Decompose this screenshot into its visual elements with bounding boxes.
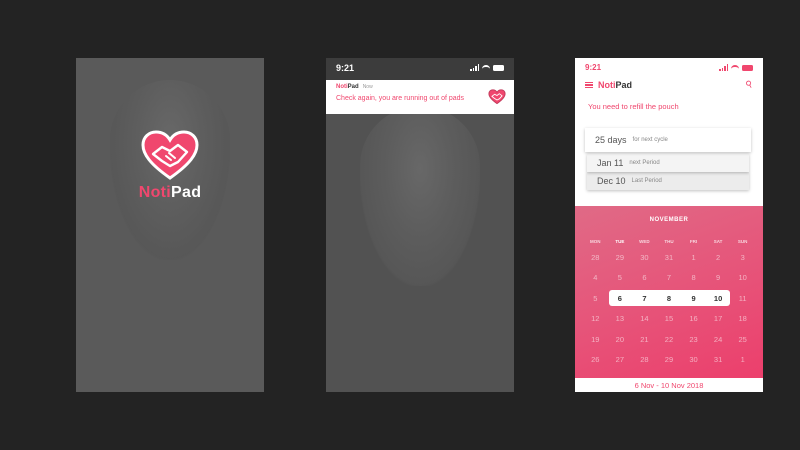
status-bar: 9:21 bbox=[326, 58, 514, 80]
calendar-week: 5 6 7 8 9 10 11 bbox=[583, 288, 755, 309]
calendar-day[interactable]: 29 bbox=[608, 253, 633, 262]
calendar: NOVEMBER MON TUE WED THU FRI SAT SUN 28 29 30 31 1 2… bbox=[575, 206, 763, 378]
calendar-day[interactable]: 26 bbox=[583, 355, 608, 364]
calendar-day[interactable]: 6 bbox=[608, 294, 633, 303]
status-time: 9:21 bbox=[585, 63, 602, 72]
calendar-day[interactable]: 31 bbox=[657, 253, 682, 262]
calendar-day[interactable]: 20 bbox=[608, 335, 633, 344]
calendar-day[interactable]: 30 bbox=[681, 355, 706, 364]
calendar-day[interactable]: 4 bbox=[583, 273, 608, 282]
signal-icon bbox=[719, 64, 728, 71]
next-period-card[interactable]: Jan 11 next Period bbox=[587, 154, 749, 172]
next-cycle-card[interactable]: 25 days for next cycle bbox=[585, 128, 751, 152]
background-photo bbox=[360, 106, 480, 286]
calendar-day[interactable]: 21 bbox=[632, 335, 657, 344]
logo-accent-text: Noti bbox=[138, 184, 172, 201]
calendar-day[interactable]: 5 bbox=[608, 273, 633, 282]
notification-message: Check again, you are running out of pads bbox=[336, 95, 465, 102]
weekday-label: THU bbox=[664, 238, 674, 244]
calendar-day[interactable]: 30 bbox=[632, 253, 657, 262]
calendar-day[interactable]: 1 bbox=[730, 355, 755, 364]
calendar-day[interactable]: 1 bbox=[681, 253, 706, 262]
calendar-day[interactable]: 9 bbox=[681, 294, 706, 303]
calendar-day[interactable]: 9 bbox=[706, 273, 731, 282]
status-bar: 9:21 bbox=[575, 58, 763, 78]
weekday-label: SUN bbox=[737, 238, 748, 244]
calendar-day[interactable]: 11 bbox=[730, 294, 755, 303]
calendar-day[interactable]: 12 bbox=[583, 314, 608, 323]
key-icon[interactable]: ⚲ bbox=[744, 78, 755, 91]
push-notification[interactable]: NotiPad Now Check again, you are running … bbox=[326, 80, 514, 114]
calendar-day[interactable]: 16 bbox=[681, 314, 706, 323]
status-time: 9:21 bbox=[336, 63, 355, 73]
calendar-day[interactable]: 7 bbox=[657, 273, 682, 282]
calendar-day[interactable]: 13 bbox=[608, 314, 633, 323]
calendar-day[interactable]: 10 bbox=[730, 273, 755, 282]
calendar-day[interactable]: 31 bbox=[706, 355, 731, 364]
notification-time: Now bbox=[362, 84, 373, 90]
notification-app-name: NotiPad Now bbox=[336, 84, 373, 90]
calendar-day[interactable]: 6 bbox=[632, 273, 657, 282]
calendar-grid: MON TUE WED THU FRI SAT SUN 28 29 30 31 1 2 3 4 5 6 7 8 9 10… bbox=[583, 235, 755, 370]
calendar-day[interactable]: 2 bbox=[706, 253, 731, 262]
calendar-day[interactable]: 23 bbox=[681, 335, 706, 344]
calendar-week: 26 27 28 29 30 31 1 bbox=[583, 350, 755, 371]
calendar-day[interactable]: 14 bbox=[632, 314, 657, 323]
calendar-day[interactable]: 28 bbox=[632, 355, 657, 364]
app-bar: NotiPad ⚲ bbox=[575, 78, 763, 92]
app-logo-text: NotiPad bbox=[76, 184, 264, 202]
calendar-week: 28 29 30 31 1 2 3 bbox=[583, 247, 755, 268]
calendar-day[interactable]: 28 bbox=[583, 253, 608, 262]
heart-handshake-icon bbox=[140, 130, 200, 182]
calendar-week: 19 20 21 22 23 24 25 bbox=[583, 329, 755, 350]
weekday-row: MON TUE WED THU FRI SAT SUN bbox=[583, 235, 755, 247]
wifi-icon bbox=[482, 64, 490, 71]
calendar-day[interactable]: 29 bbox=[657, 355, 682, 364]
card-label: for next cycle bbox=[632, 137, 668, 143]
calendar-day[interactable]: 8 bbox=[657, 294, 682, 303]
card-value: Jan 11 bbox=[597, 158, 624, 168]
battery-icon bbox=[742, 64, 753, 71]
weekday-label: SAT bbox=[713, 238, 723, 244]
card-value: Dec 10 bbox=[597, 176, 626, 186]
main-screen: 9:21 NotiPad ⚲ You need to refill the po… bbox=[575, 58, 763, 392]
card-label: Last Period bbox=[631, 178, 662, 184]
last-period-card[interactable]: Dec 10 Last Period bbox=[587, 172, 749, 190]
calendar-day[interactable]: 25 bbox=[730, 335, 755, 344]
calendar-day[interactable]: 27 bbox=[608, 355, 633, 364]
card-value: 25 days bbox=[595, 135, 627, 145]
weekday-label: TUE bbox=[615, 238, 625, 244]
calendar-day[interactable]: 10 bbox=[706, 294, 731, 303]
app-title: NotiPad bbox=[598, 80, 633, 90]
battery-icon bbox=[493, 64, 504, 71]
calendar-day[interactable]: 8 bbox=[681, 273, 706, 282]
calendar-day[interactable]: 17 bbox=[706, 314, 731, 323]
card-label: next Period bbox=[629, 160, 660, 166]
signal-icon bbox=[470, 64, 479, 71]
calendar-day[interactable]: 5 bbox=[583, 294, 608, 303]
selected-range: 6 Nov - 10 Nov 2018 bbox=[575, 378, 763, 392]
calendar-day[interactable]: 18 bbox=[730, 314, 755, 323]
calendar-day[interactable]: 3 bbox=[730, 253, 755, 262]
wifi-icon bbox=[731, 64, 739, 71]
weekday-label: MON bbox=[590, 238, 601, 244]
calendar-day[interactable]: 19 bbox=[583, 335, 608, 344]
heart-handshake-icon bbox=[488, 89, 506, 105]
calendar-day[interactable]: 7 bbox=[632, 294, 657, 303]
splash-screen: NotiPad bbox=[76, 58, 264, 392]
refill-message: You need to refill the pouch bbox=[588, 102, 679, 111]
calendar-day[interactable]: 24 bbox=[706, 335, 731, 344]
calendar-month: NOVEMBER bbox=[649, 217, 689, 223]
menu-icon[interactable] bbox=[585, 81, 593, 89]
weekday-label: WED bbox=[639, 238, 650, 244]
calendar-day[interactable]: 15 bbox=[657, 314, 682, 323]
logo-rest-text: Pad bbox=[171, 184, 202, 201]
calendar-week: 4 5 6 7 8 9 10 bbox=[583, 268, 755, 289]
weekday-label: FRI bbox=[689, 238, 698, 244]
notification-screen: 9:21 NotiPad Now Check again, you are run… bbox=[326, 58, 514, 392]
calendar-day[interactable]: 22 bbox=[657, 335, 682, 344]
calendar-week: 12 13 14 15 16 17 18 bbox=[583, 309, 755, 330]
